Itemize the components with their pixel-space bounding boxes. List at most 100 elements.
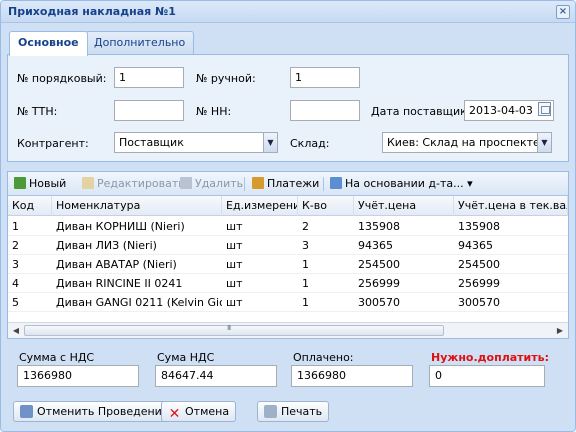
scroll-thumb[interactable]: [24, 324, 444, 336]
warehouse-value: Киев: Склад на проспекте N: [387, 136, 552, 149]
chevron-down-icon[interactable]: ▼: [537, 133, 551, 152]
paid-field[interactable]: 1366980: [291, 365, 413, 387]
cancel-label: Отмена: [185, 405, 230, 418]
cell-price: 300570: [358, 296, 400, 309]
based-on-button[interactable]: На основании д-та... ▾: [330, 177, 473, 191]
window-title: Приходная накладная №1: [8, 5, 176, 18]
cell-price-current: 256999: [458, 277, 500, 290]
nn-label: № НН:: [196, 105, 232, 118]
close-icon[interactable]: ×: [556, 5, 570, 19]
vat-field[interactable]: 84647.44: [155, 365, 277, 387]
tab-additional[interactable]: Дополнительно: [85, 31, 195, 55]
payments-icon: [252, 177, 264, 189]
cell-code: 5: [12, 296, 19, 309]
edit-label: Редактировать: [97, 177, 185, 190]
cell-code: 1: [12, 220, 19, 233]
invoice-window: Приходная накладная №1 × Основное Дополн…: [0, 0, 576, 432]
new-label: Новый: [29, 177, 67, 190]
payments-button[interactable]: Платежи: [252, 177, 319, 191]
warehouse-label: Склад:: [290, 137, 330, 150]
new-icon: [14, 177, 26, 189]
table-row[interactable]: 2 Диван ЛИЗ (Nieri) шт 3 94365 94365: [8, 236, 568, 255]
supplier-date-label: Дата поставщика:: [371, 105, 478, 118]
cell-quantity: 3: [302, 239, 309, 252]
cancel-posting-button[interactable]: Отменить Проведение: [13, 401, 176, 422]
counterparty-value: Поставщик: [119, 136, 184, 149]
tab-main[interactable]: Основное: [9, 31, 88, 56]
order-no-field[interactable]: 1: [114, 67, 184, 88]
new-button[interactable]: Новый: [14, 177, 66, 191]
table-row[interactable]: 5 Диван GANGI 0211 (Kelvin Gior... шт 1 …: [8, 293, 568, 312]
cell-nomenclature: Диван ЛИЗ (Nieri): [56, 239, 157, 252]
cell-price: 254500: [358, 258, 400, 271]
manual-no-field[interactable]: 1: [290, 67, 360, 88]
unpost-icon: [20, 405, 33, 418]
based-on-icon: [330, 177, 342, 189]
vat-label: Сума НДС: [157, 351, 215, 364]
due-label: Нужно.доплатить:: [431, 351, 549, 364]
scroll-left-icon[interactable]: ◀: [8, 323, 24, 338]
based-on-label: На основании д-та... ▾: [345, 177, 473, 190]
payments-label: Платежи: [267, 177, 320, 190]
ttn-label: № ТТН:: [17, 105, 58, 118]
cell-code: 4: [12, 277, 19, 290]
cell-price-current: 94365: [458, 239, 493, 252]
supplier-date-field[interactable]: 2013-04-03: [464, 100, 554, 121]
print-icon: [264, 405, 277, 418]
table-row[interactable]: 1 Диван КОРНИШ (Nieri) шт 2 135908 13590…: [8, 217, 568, 236]
cell-unit: шт: [226, 296, 243, 309]
cell-nomenclature: Диван КОРНИШ (Nieri): [56, 220, 185, 233]
cell-quantity: 1: [302, 296, 309, 309]
edit-icon: [82, 177, 94, 189]
column-header-unit[interactable]: Ед.измерения: [222, 196, 298, 216]
horizontal-scrollbar[interactable]: ◀ ▶: [8, 322, 568, 338]
cell-unit: шт: [226, 258, 243, 271]
column-header-nomenclature[interactable]: Номенклатура: [52, 196, 222, 216]
column-header-price[interactable]: Учёт.цена: [354, 196, 454, 216]
delete-button[interactable]: Удалить: [180, 177, 243, 191]
cancel-posting-label: Отменить Проведение: [37, 405, 169, 418]
cell-nomenclature: Диван RINCINE II 0241: [56, 277, 183, 290]
tab-strip: Основное Дополнительно: [7, 31, 567, 56]
cell-price-current: 300570: [458, 296, 500, 309]
cancel-button[interactable]: ✕ Отмена: [161, 401, 237, 422]
cell-nomenclature: Диван GANGI 0211 (Kelvin Gior...: [56, 296, 222, 309]
items-grid-panel: Новый Редактировать Удалить Платежи На о…: [7, 171, 569, 339]
cell-code: 3: [12, 258, 19, 271]
table-row[interactable]: 3 Диван АВАТАР (Nieri) шт 1 254500 25450…: [8, 255, 568, 274]
delete-icon: [180, 177, 192, 189]
cell-price: 94365: [358, 239, 393, 252]
sum-vat-field[interactable]: 1366980: [17, 365, 139, 387]
scroll-right-icon[interactable]: ▶: [552, 323, 568, 338]
order-no-label: № порядковый:: [17, 72, 107, 85]
column-header-quantity[interactable]: К-во: [298, 196, 354, 216]
column-header-price-current[interactable]: Учёт.цена в тек.вал.: [454, 196, 568, 216]
toolbar-divider: [244, 177, 245, 191]
main-tab-panel: № порядковый: 1 № ручной: 1 № ТТН: № НН:…: [7, 54, 569, 162]
warehouse-combo[interactable]: Киев: Склад на проспекте N ▼: [382, 132, 552, 153]
counterparty-combo[interactable]: Поставщик ▼: [114, 132, 278, 153]
print-button[interactable]: Печать: [257, 401, 330, 422]
table-row[interactable]: 4 Диван RINCINE II 0241 шт 1 256999 2569…: [8, 274, 568, 293]
counterparty-label: Контрагент:: [17, 137, 89, 150]
supplier-date-value: 2013-04-03: [469, 104, 533, 117]
ttn-field[interactable]: [114, 100, 184, 121]
grid-header: Код Номенклатура Ед.измерения К-во Учёт.…: [8, 196, 568, 216]
title-bar[interactable]: Приходная накладная №1 ×: [1, 1, 575, 23]
cell-unit: шт: [226, 220, 243, 233]
cell-unit: шт: [226, 277, 243, 290]
cancel-icon: ✕: [168, 406, 181, 422]
calendar-icon[interactable]: [538, 102, 551, 116]
due-field[interactable]: 0: [429, 365, 545, 387]
cell-quantity: 1: [302, 277, 309, 290]
cell-price: 135908: [358, 220, 400, 233]
chevron-down-icon[interactable]: ▼: [263, 133, 277, 152]
column-header-code[interactable]: Код: [8, 196, 52, 216]
delete-label: Удалить: [195, 177, 244, 190]
nn-field[interactable]: [290, 100, 360, 121]
cell-price-current: 135908: [458, 220, 500, 233]
cell-code: 2: [12, 239, 19, 252]
sum-vat-label: Сумма с НДС: [19, 351, 95, 364]
cell-price-current: 254500: [458, 258, 500, 271]
edit-button[interactable]: Редактировать: [82, 177, 185, 191]
